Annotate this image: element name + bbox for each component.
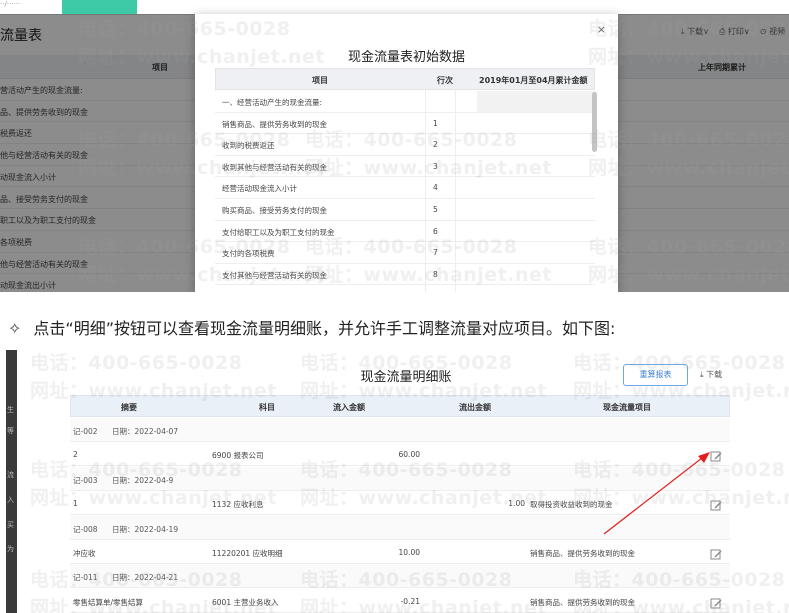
voucher-number: 记-003 [73,475,98,485]
row-item: 收到的税费返还 [222,141,275,151]
close-icon[interactable]: × [597,23,606,36]
row-cashflow-item: 销售商品、提供劳务收到的现金 [530,597,635,607]
column-outflow: 流出金额 [459,403,491,412]
divider [455,68,456,292]
row-line-number: 8 [433,269,438,279]
row-line-number: 5 [433,205,438,214]
row-item: 支付给职工以及为职工支付的现金 [222,227,335,237]
ledger-table-header: 摘要 科目 流入金额 流出金额 现金流量项目 [70,395,730,417]
voucher-group-row: 记-011 日期：2022-04-21 [70,564,730,589]
row-summary: 冲应收 [73,549,96,558]
row-inflow: 60.00 [398,450,420,460]
voucher-group-row: 记-003 日期：2022-04-9 [70,466,730,491]
active-tab[interactable] [62,0,137,14]
column-summary: 摘要 [121,403,137,412]
ledger-row: 零售结算单/零售结算 6001 主营业务收入 -0.21 销售商品、提供劳务收到的现金 [70,589,730,613]
row-item: 支付的各项税费 [222,249,275,259]
column-inflow: 流入金额 [333,403,365,412]
row-item: 收到其他与经营活动有关的现金 [222,162,327,172]
row-inflow: -0.21 [400,596,420,606]
column-subject: 科目 [259,403,275,412]
initial-data-dialog: 现金流量表初始数据 × 项目 行次 2019年01月至04月累计金额 一、经营活… [195,14,618,292]
row-line-number: 2 [433,140,438,150]
divider [425,68,426,292]
row-item: 销售商品、提供劳务收到的现金 [222,119,327,129]
row-subject: 1132 应收利息 [212,500,264,510]
ledger-row: 冲应收 11220201 应收明细 10.00 销售商品、提供劳务收到的现金 [70,540,730,564]
column-cashflow-item: 现金流量项目 [603,403,651,412]
row-line-number: 7 [433,248,438,258]
top-screenshot: ··/······ 流量表 ⤓ 下载∨ ⎙ 打印∨ ⊙ 视频 项目 上年同期累计… [0,0,789,292]
dialog-table-row: 收到的税费返还 2 [215,134,595,156]
edit-icon[interactable] [710,597,722,609]
instruction-text: 点击“明细”按钮可以查看现金流量明细账，并允许手工调整流量对应项目。如下图: [33,319,616,338]
edit-icon[interactable] [710,499,722,511]
column-line: 行次 [437,76,453,85]
voucher-date: 日期：2022-04-9 [112,475,174,485]
row-outflow: 1.00 [508,499,525,509]
edit-icon[interactable] [710,450,722,462]
dialog-table-row: 支付给职工以及为职工支付的现金 6 [215,221,595,243]
bottom-screenshot: 生 等 流 入 买 为 现金流量明细账 重算报表 ⤓ 下载 摘要 科目 流入金额… [6,350,783,613]
dialog-table-row: 收到其他与经营活动有关的现金 3 [215,156,595,178]
voucher-number: 记-008 [73,524,98,534]
download-icon: ⤓ [700,370,704,379]
dialog-table-row: 支付其他与经营活动有关的现金 8 [215,264,595,286]
voucher-number: 记-011 [73,573,98,583]
row-line-number: 4 [433,183,438,193]
row-item: 支付其他与经营活动有关的现金 [222,270,327,280]
dialog-table-row: 购买商品、接受劳务支付的现金 5 [215,199,595,221]
row-item: 一、经营活动产生的现金流量: [222,98,323,107]
dialog-table-row: 一、经营活动产生的现金流量: [215,91,595,113]
dialog-table-row: 支付的各项税费 7 [215,242,595,264]
row-line-number: 3 [433,161,438,171]
voucher-number: 记-002 [73,427,98,436]
dialog-table-header: 项目 行次 2019年01月至04月累计金额 [215,68,595,90]
row-cashflow-item: 取得投资收益收到的现金 [530,500,613,510]
voucher-date: 日期：2022-04-19 [112,524,179,534]
tab-strip: ··/······ [0,0,789,14]
background-sidebar: 生 等 流 入 买 为 [6,350,17,613]
bullet-icon: ✧ [8,319,22,338]
edit-icon[interactable] [710,548,722,560]
dialog-title: 现金流量表初始数据 [347,50,465,65]
row-summary: 零售结算单/零售结算 [73,597,144,607]
row-summary: 2 [73,450,78,460]
row-subject: 11220201 应收明细 [212,549,283,558]
row-inflow: 10.00 [398,548,420,557]
row-line-number: 1 [433,118,438,128]
row-subject: 6900 报表公司 [212,451,264,461]
row-subject: 6001 主营业务收入 [212,597,279,607]
download-button[interactable]: ⤓ 下载 [700,369,722,380]
voucher-date: 日期：2022-04-07 [112,427,179,436]
detail-ledger-title: 现金流量明细账 [360,370,452,385]
scrollbar[interactable] [592,92,597,152]
column-item: 项目 [312,76,328,85]
instruction-line: ✧ 点击“明细”按钮可以查看现金流量明细账，并允许手工调整流量对应项目。如下图: [8,315,615,339]
row-item: 经营活动现金流入小计 [222,184,297,194]
dialog-table-row: 销售商品、提供劳务收到的现金 1 [215,113,595,135]
row-cashflow-item: 销售商品、提供劳务收到的现金 [530,549,635,558]
ledger-row: 2 6900 报表公司 60.00 [70,442,730,467]
amount-cell [477,91,595,112]
recalculate-report-button[interactable]: 重算报表 [623,364,688,386]
ledger-row: 1 1132 应收利息 1.00 取得投资收益收到的现金 [70,491,730,516]
voucher-group-row: 记-002 日期：2022-04-07 [70,418,730,442]
column-amount: 2019年01月至04月累计金额 [479,76,588,85]
tab-label: ··/······ [0,0,21,8]
dialog-table-row: 经营活动现金流入小计 4 [215,177,595,199]
row-line-number: 6 [433,226,438,236]
voucher-group-row: 记-008 日期：2022-04-19 [70,515,730,540]
row-item: 购买商品、接受劳务支付的现金 [222,206,327,215]
voucher-date: 日期：2022-04-21 [112,573,179,583]
row-summary: 1 [73,499,78,509]
